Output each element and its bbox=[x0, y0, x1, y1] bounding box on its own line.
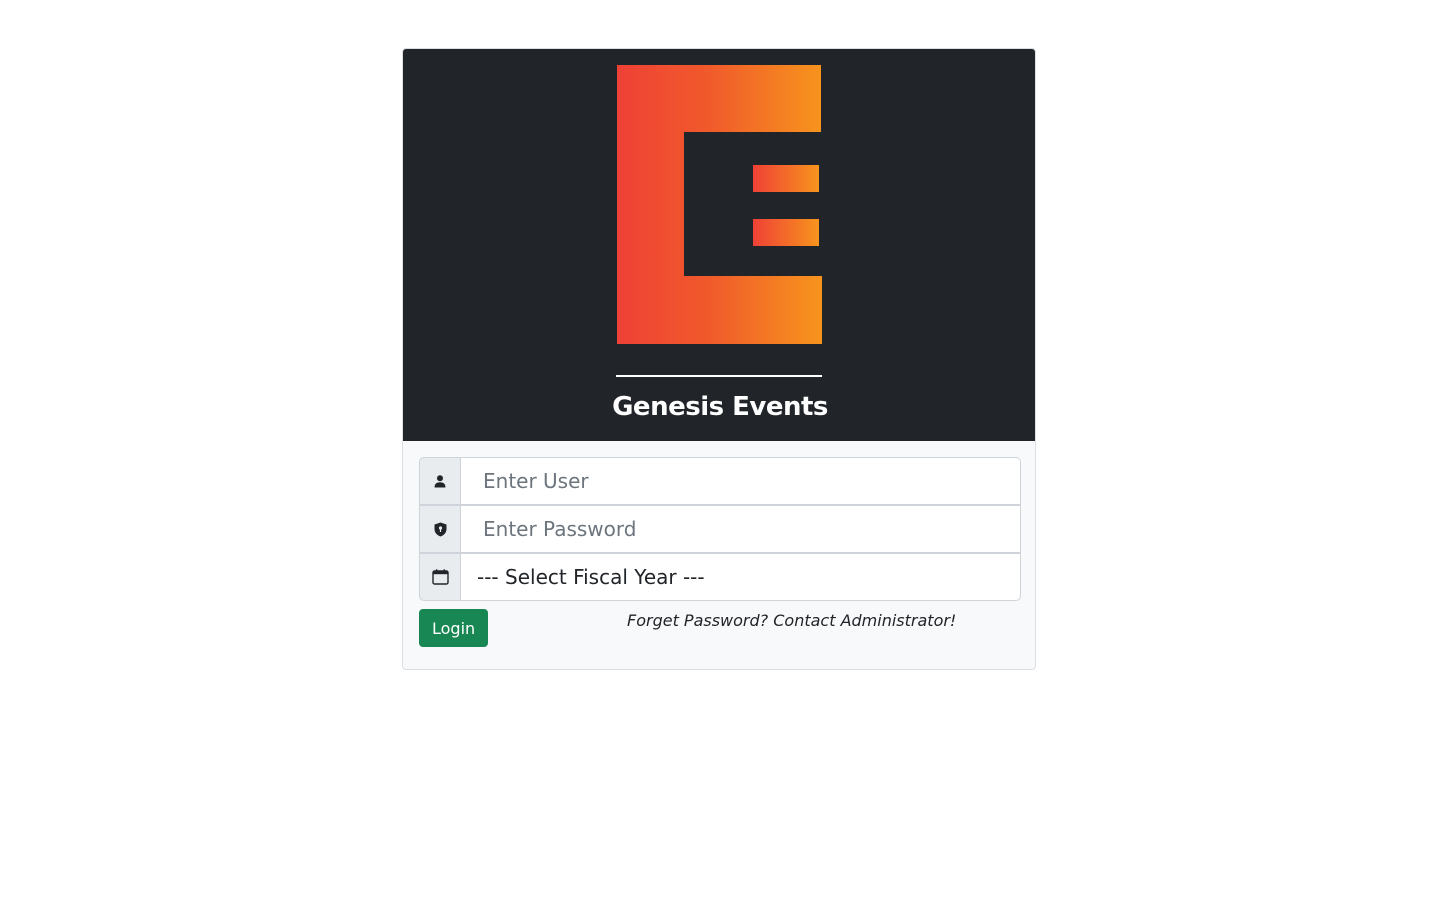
forget-password-text: Forget Password? Contact Administrator! bbox=[627, 611, 957, 630]
calendar-icon bbox=[419, 553, 460, 601]
brand-banner: Genesis Events bbox=[403, 49, 1035, 441]
login-form: --- Select Fiscal Year --- Login Forget … bbox=[419, 457, 1021, 649]
fiscal-year-select[interactable]: --- Select Fiscal Year --- bbox=[460, 553, 1021, 601]
genesis-logo bbox=[616, 65, 822, 377]
brand-name: Genesis Events bbox=[612, 392, 828, 422]
user-input[interactable] bbox=[460, 457, 1021, 505]
user-icon bbox=[419, 457, 460, 505]
shield-icon bbox=[419, 505, 460, 553]
login-button[interactable]: Login bbox=[419, 609, 489, 647]
form-actions: Login Forget Password? Contact Administr… bbox=[419, 609, 1021, 649]
password-input[interactable] bbox=[460, 505, 1021, 553]
user-input-group bbox=[419, 457, 1021, 505]
fiscal-year-group: --- Select Fiscal Year --- bbox=[419, 553, 1021, 601]
login-card: Genesis Events Enter User --- Select Fis… bbox=[402, 48, 1036, 670]
password-input-group bbox=[419, 505, 1021, 553]
